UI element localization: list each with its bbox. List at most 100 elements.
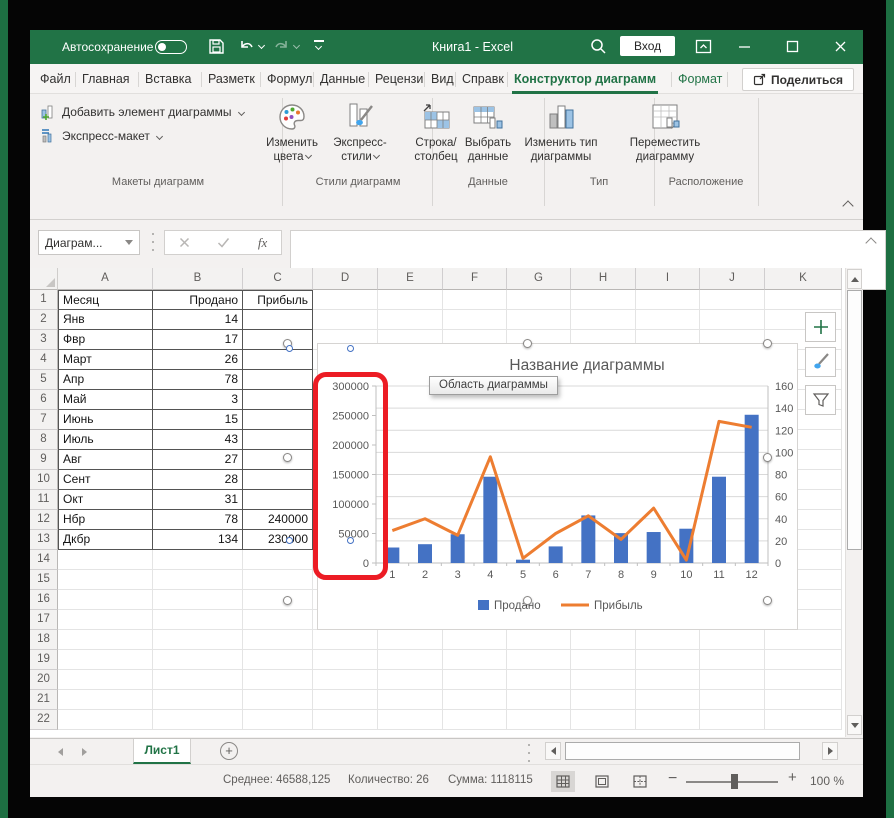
cell-E18[interactable]: [378, 630, 443, 650]
name-box[interactable]: Диаграм...: [38, 230, 140, 255]
undo-dropdown-caret[interactable]: [258, 42, 265, 49]
cell-F19[interactable]: [443, 650, 507, 670]
switch-row-column-button[interactable]: Строка/ столбец: [410, 98, 462, 165]
cell-I2[interactable]: [636, 310, 700, 330]
cell-I22[interactable]: [636, 710, 700, 730]
x-axis-label[interactable]: 6: [553, 569, 559, 581]
cell-A17[interactable]: [58, 610, 153, 630]
cell-E2[interactable]: [378, 310, 443, 330]
cell-K20[interactable]: [765, 670, 842, 690]
cell-K22[interactable]: [765, 710, 842, 730]
name-box-dropdown-icon[interactable]: [125, 240, 133, 245]
cell-H18[interactable]: [571, 630, 636, 650]
right-axis-label[interactable]: 100: [775, 447, 793, 459]
cell-B5[interactable]: 78: [153, 370, 243, 390]
right-axis-label[interactable]: 20: [775, 536, 787, 548]
cell-K21[interactable]: [765, 690, 842, 710]
cell-C3[interactable]: [243, 330, 313, 350]
bar-2[interactable]: [418, 544, 432, 563]
cell-C8[interactable]: [243, 430, 313, 450]
x-axis-label[interactable]: 2: [422, 569, 428, 581]
chart-handle-top-right[interactable]: [763, 339, 772, 348]
bar-5[interactable]: [516, 560, 530, 563]
cell-F21[interactable]: [443, 690, 507, 710]
cell-I19[interactable]: [636, 650, 700, 670]
cell-C2[interactable]: [243, 310, 313, 330]
redo-icon[interactable]: [273, 38, 290, 55]
save-icon[interactable]: [208, 38, 225, 55]
row-header-13[interactable]: 13: [30, 530, 58, 550]
view-page-layout-button[interactable]: [590, 771, 614, 792]
row-header-7[interactable]: 7: [30, 410, 58, 430]
cell-B6[interactable]: 3: [153, 390, 243, 410]
cell-C16[interactable]: [243, 590, 313, 610]
cell-G2[interactable]: [507, 310, 571, 330]
cell-G22[interactable]: [507, 710, 571, 730]
row-header-2[interactable]: 2: [30, 310, 58, 330]
cell-K1[interactable]: [765, 290, 842, 310]
cell-H22[interactable]: [571, 710, 636, 730]
cell-B18[interactable]: [153, 630, 243, 650]
tab-insert[interactable]: Вставка: [143, 64, 193, 94]
cell-B16[interactable]: [153, 590, 243, 610]
row-header-20[interactable]: 20: [30, 670, 58, 690]
axis-selection-handle[interactable]: [347, 345, 354, 352]
cell-A1[interactable]: Месяц: [58, 290, 153, 310]
tab-view[interactable]: Вид: [429, 64, 456, 94]
axis-selection-handle[interactable]: [286, 537, 293, 544]
x-axis-label[interactable]: 11: [713, 569, 724, 581]
cell-A9[interactable]: Авг: [58, 450, 153, 470]
cell-C12[interactable]: 240000: [243, 510, 313, 530]
change-chart-type-button[interactable]: Изменить тип диаграммы: [518, 98, 604, 165]
hscroll-left-button[interactable]: [545, 742, 561, 760]
cell-C21[interactable]: [243, 690, 313, 710]
cell-C10[interactable]: [243, 470, 313, 490]
cell-I18[interactable]: [636, 630, 700, 650]
cell-B1[interactable]: Продано: [153, 290, 243, 310]
enter-icon[interactable]: [217, 237, 230, 248]
row-header-6[interactable]: 6: [30, 390, 58, 410]
cell-J22[interactable]: [700, 710, 765, 730]
column-header-I[interactable]: I: [636, 268, 700, 290]
cell-C20[interactable]: [243, 670, 313, 690]
cell-C11[interactable]: [243, 490, 313, 510]
cell-A11[interactable]: Окт: [58, 490, 153, 510]
bar-11[interactable]: [712, 477, 726, 563]
cell-A15[interactable]: [58, 570, 153, 590]
tab-file[interactable]: Файл: [38, 64, 73, 94]
cell-B9[interactable]: 27: [153, 450, 243, 470]
cell-A7[interactable]: Июнь: [58, 410, 153, 430]
cell-H21[interactable]: [571, 690, 636, 710]
cell-C19[interactable]: [243, 650, 313, 670]
column-header-H[interactable]: H: [571, 268, 636, 290]
insert-function-icon[interactable]: fx: [258, 235, 267, 251]
zoom-out-button[interactable]: −: [668, 770, 677, 788]
cell-F22[interactable]: [443, 710, 507, 730]
cell-C1[interactable]: Прибыль: [243, 290, 313, 310]
x-axis-label[interactable]: 8: [618, 569, 624, 581]
cell-A22[interactable]: [58, 710, 153, 730]
row-header-1[interactable]: 1: [30, 290, 58, 310]
row-header-17[interactable]: 17: [30, 610, 58, 630]
axis-selection-handle[interactable]: [347, 537, 354, 544]
cell-F18[interactable]: [443, 630, 507, 650]
chart-handle-bottom-left[interactable]: [283, 596, 292, 605]
cell-A6[interactable]: Май: [58, 390, 153, 410]
x-axis-label[interactable]: 1: [389, 569, 395, 581]
row-header-9[interactable]: 9: [30, 450, 58, 470]
sheet-nav-next-icon[interactable]: [82, 748, 87, 756]
cell-F20[interactable]: [443, 670, 507, 690]
cell-G21[interactable]: [507, 690, 571, 710]
add-chart-element-button[interactable]: Добавить элемент диаграммы: [40, 102, 244, 122]
cell-A10[interactable]: Сент: [58, 470, 153, 490]
cell-I20[interactable]: [636, 670, 700, 690]
cell-C9[interactable]: [243, 450, 313, 470]
cell-G20[interactable]: [507, 670, 571, 690]
cell-A21[interactable]: [58, 690, 153, 710]
row-header-4[interactable]: 4: [30, 350, 58, 370]
row-header-14[interactable]: 14: [30, 550, 58, 570]
cell-F2[interactable]: [443, 310, 507, 330]
vertical-scroll-thumb[interactable]: [847, 290, 862, 550]
cell-H20[interactable]: [571, 670, 636, 690]
close-button[interactable]: [833, 39, 848, 54]
